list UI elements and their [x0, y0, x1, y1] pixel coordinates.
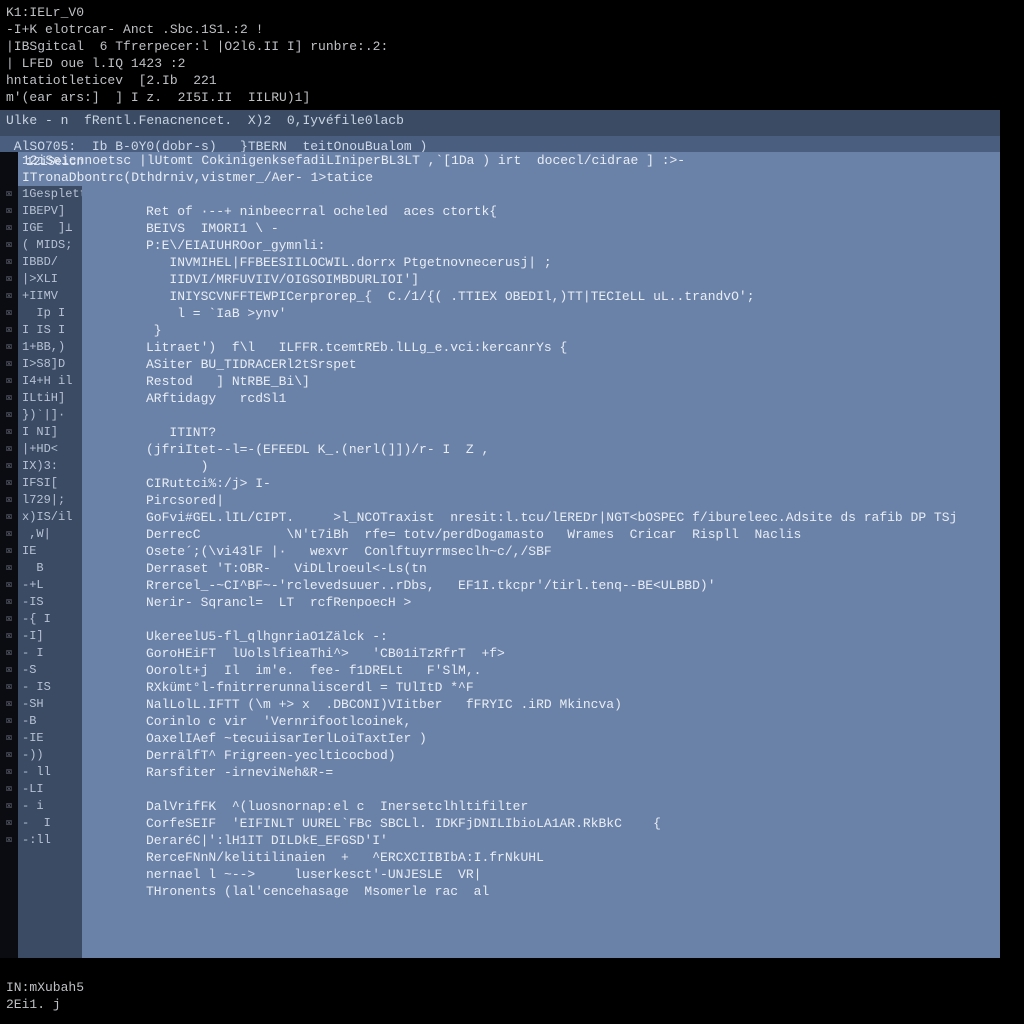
code-line[interactable]: [146, 611, 1000, 628]
code-line[interactable]: DerrecC \N't7iBh rfe= totv/perdDogamasto…: [146, 526, 1000, 543]
line-number[interactable]: -B: [18, 713, 82, 730]
code-line[interactable]: RXkümt°l-fnitrrerunnaliscerdl = TUlItD *…: [146, 679, 1000, 696]
line-number[interactable]: -{ I: [18, 611, 82, 628]
line-number[interactable]: - I: [18, 645, 82, 662]
line-number[interactable]: -S: [18, 662, 82, 679]
code-line[interactable]: [146, 781, 1000, 798]
code-line[interactable]: Restod ] NtRBE_Bi\]: [146, 373, 1000, 390]
line-number[interactable]: +IIMV: [18, 288, 82, 305]
code-line[interactable]: OaxelIAef ~tecuiisarIerlLoiTaxtIer ): [146, 730, 1000, 747]
code-line[interactable]: THronents (lal'cencehasage Msomerle rac …: [146, 883, 1000, 900]
code-line[interactable]: ): [146, 458, 1000, 475]
code-line[interactable]: Oorolt+j Il im'e. fee- f1DRELt F'SlM,.: [146, 662, 1000, 679]
line-number[interactable]: 1+BB,): [18, 339, 82, 356]
code-area[interactable]: Ret of ·--+ ninbeecrral ocheled aces cto…: [82, 186, 1000, 964]
code-line[interactable]: Derraset 'T:OBR- ViDLlroeul<-Ls(tn: [146, 560, 1000, 577]
code-line[interactable]: RerceFNnN/kelitilinaien + ^ERCXCIIBIbA:I…: [146, 849, 1000, 866]
code-line[interactable]: CorfeSEIF 'EIFINLT UUREL`FBc SBCLl. IDKF…: [146, 815, 1000, 832]
code-line[interactable]: Rarsfiter -irneviNeh&R-=: [146, 764, 1000, 781]
line-number[interactable]: IE: [18, 543, 82, 560]
code-line[interactable]: Rrercel_-~CI^BF~-'rclevedsuuer..rDbs, EF…: [146, 577, 1000, 594]
code-line[interactable]: DerrälfT^ Frigreen-yeclticocbod): [146, 747, 1000, 764]
line-number-gutter[interactable]: 1Gesplettwriderl | ]IBEPV]IGE ]⟂( MIDS;I…: [18, 186, 82, 964]
code-line[interactable]: Litraet') f\l ILFFR.tcemtREb.lLLg_e.vci:…: [146, 339, 1000, 356]
line-number[interactable]: ,W|: [18, 526, 82, 543]
line-number[interactable]: 1Gesplettwriderl | ]: [18, 186, 82, 203]
line-number[interactable]: - ll: [18, 764, 82, 781]
line-number[interactable]: ( MIDS;: [18, 237, 82, 254]
line-number[interactable]: IGE ]⟂: [18, 220, 82, 237]
code-line[interactable]: ARftidagy rcdSl1: [146, 390, 1000, 407]
line-number[interactable]: - i: [18, 798, 82, 815]
line-number[interactable]: -LI: [18, 781, 82, 798]
line-number[interactable]: -:ll: [18, 832, 82, 849]
code-line[interactable]: [146, 186, 1000, 203]
code-line[interactable]: Corinlo c vir 'Vernrifootlcoinek,: [146, 713, 1000, 730]
editor-titlebar: Ulke - n fRentl.Fenacnencet. X)2 0,Iyvéf…: [0, 110, 1000, 136]
line-number[interactable]: -SH: [18, 696, 82, 713]
status-bar: IN:mXubah5 2Ei1. j: [0, 958, 1024, 1024]
line-number[interactable]: x)IS/il: [18, 509, 82, 526]
line-number[interactable]: -I]: [18, 628, 82, 645]
line-number[interactable]: I>S8]D: [18, 356, 82, 373]
code-line[interactable]: IIDVI/MRFUVIIV/OIGSOIMBDURLIOI']: [146, 271, 1000, 288]
line-number[interactable]: - IS: [18, 679, 82, 696]
terminal-output: K1:IELr_V0 -I+K elotrcar- Anct .Sbc.1S1.…: [0, 0, 1024, 116]
line-number[interactable]: Ip I: [18, 305, 82, 322]
line-number[interactable]: B: [18, 560, 82, 577]
code-line[interactable]: Pircsored|: [146, 492, 1000, 509]
line-number[interactable]: -)): [18, 747, 82, 764]
editor-header-1: 12iSeicnnoetsc |lUtomt CokinigenksefadiL…: [22, 154, 82, 171]
code-line[interactable]: P:E\/EIAIUHROor_gymnli:: [146, 237, 1000, 254]
code-line[interactable]: NalLolL.IFTT (\m +> x .DBCONI)VIitber fF…: [146, 696, 1000, 713]
line-number[interactable]: - I: [18, 815, 82, 832]
line-number[interactable]: -IS: [18, 594, 82, 611]
line-number[interactable]: IX)3:: [18, 458, 82, 475]
code-line[interactable]: DalVrifFK ^(luosnornap:el c Inersetclhlt…: [146, 798, 1000, 815]
line-number[interactable]: })`|]·: [18, 407, 82, 424]
line-number[interactable]: IBBD/: [18, 254, 82, 271]
code-line[interactable]: INVMIHEL|FFBEESIILOCWIL.dorrx Ptgetnovne…: [146, 254, 1000, 271]
code-line[interactable]: }: [146, 322, 1000, 339]
line-number[interactable]: IBEPV]: [18, 203, 82, 220]
line-number[interactable]: ILtiH]: [18, 390, 82, 407]
code-line[interactable]: Ret of ·--+ ninbeecrral ocheled aces cto…: [146, 203, 1000, 220]
line-number[interactable]: -IE: [18, 730, 82, 747]
code-line[interactable]: [146, 407, 1000, 424]
code-line[interactable]: Osete´;(\vi43lF |· wexvr Conlftuyrrmsecl…: [146, 543, 1000, 560]
code-line[interactable]: GoFvi#GEL.lIL/CIPT. >l_NCOTraxist nresit…: [146, 509, 1000, 526]
code-line[interactable]: UkereelU5-fl_qlhgnriaO1Zälck -:: [146, 628, 1000, 645]
line-number[interactable]: l729|;: [18, 492, 82, 509]
line-number[interactable]: I IS I: [18, 322, 82, 339]
code-line[interactable]: CIRuttci%:/j> I-: [146, 475, 1000, 492]
code-line[interactable]: ASiter BU_TIDRACERl2tSrspet: [146, 356, 1000, 373]
line-number[interactable]: I4+H il: [18, 373, 82, 390]
code-line[interactable]: nernael l ~--> luserkesct'-UNJESLE VR|: [146, 866, 1000, 883]
code-line[interactable]: ITINT?: [146, 424, 1000, 441]
line-number[interactable]: |>XLI: [18, 271, 82, 288]
code-line[interactable]: BEIVS IMORI1 \ -: [146, 220, 1000, 237]
code-line[interactable]: l = `IaB >ynv': [146, 305, 1000, 322]
code-line[interactable]: INIYSCVNFFTEWPICerprorep_{ C./1/{( .TTIE…: [146, 288, 1000, 305]
line-number[interactable]: IFSI[: [18, 475, 82, 492]
line-number[interactable]: |+HD<: [18, 441, 82, 458]
line-number[interactable]: I NI]: [18, 424, 82, 441]
code-line[interactable]: GoroHEiFT lUolslfieaThi^> 'CB01iTzRfrT +…: [146, 645, 1000, 662]
code-line[interactable]: Nerir- Sqrancl= LT rcfRenpoecH >: [146, 594, 1000, 611]
code-line[interactable]: (jfriItet--l=-(EFEEDL K_.(nerl(]])/r- I …: [146, 441, 1000, 458]
line-number[interactable]: -+L: [18, 577, 82, 594]
code-line[interactable]: DeraréC|':lH1IT DILDkE_EFGSD'I': [146, 832, 1000, 849]
fold-gutter[interactable]: ☒☒☒☒☒☒☒☒☒☒☒☒☒☒☒☒☒☒☒☒☒☒☒☒☒☒☒☒☒☒☒☒☒☒☒☒☒☒☒: [0, 152, 18, 964]
